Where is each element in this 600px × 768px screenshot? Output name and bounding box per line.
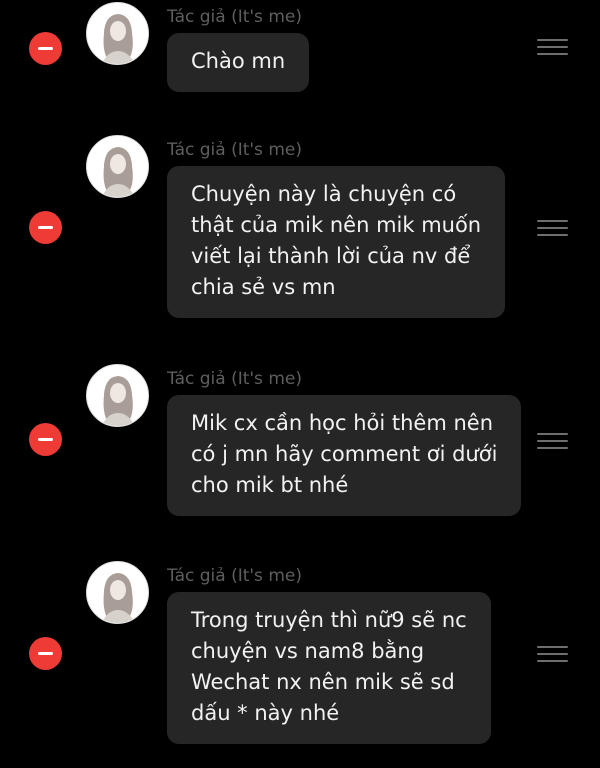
message-bubble[interactable]: Mik cx cần học hỏi thêm nên có j mn hãy … [167, 395, 522, 516]
author-name: Tác giả (It's me) [167, 566, 302, 586]
message-text-line: thật của mik nên mik muốn [191, 213, 482, 237]
message-text-line: có j mn hãy comment ơi dưới [191, 442, 498, 466]
drag-handle-icon[interactable] [537, 39, 568, 55]
author-name: Tác giả (It's me) [167, 7, 302, 27]
minus-icon [38, 437, 53, 442]
message-text-line: Chuyện này là chuyện có [191, 182, 457, 206]
message-bubble[interactable]: Chuyện này là chuyện có thật của mik nên… [167, 166, 506, 318]
remove-message-button[interactable] [29, 637, 62, 670]
remove-message-button[interactable] [29, 423, 62, 456]
drag-handle-icon[interactable] [537, 220, 568, 236]
message-text-line: Chào mn [191, 49, 286, 73]
message-text-line: Mik cx cần học hỏi thêm nên [191, 411, 494, 435]
remove-message-button[interactable] [29, 211, 62, 244]
message-text-line: viết lại thành lời của nv để [191, 244, 471, 268]
author-avatar[interactable] [86, 135, 149, 198]
drag-handle-icon[interactable] [537, 433, 568, 449]
minus-icon [38, 225, 53, 230]
message-bubble[interactable]: Trong truyện thì nữ9 sẽ nc chuyện vs nam… [167, 592, 491, 744]
author-name: Tác giả (It's me) [167, 369, 302, 389]
author-avatar[interactable] [86, 2, 149, 65]
drag-handle-icon[interactable] [537, 646, 568, 662]
message-text-line: chia sẻ vs mn [191, 275, 336, 299]
minus-icon [38, 46, 53, 51]
message-text-line: cho mik bt nhé [191, 473, 349, 497]
message-text-line: Wechat nx nên mik sẽ sd [191, 670, 455, 694]
minus-icon [38, 651, 53, 656]
author-name: Tác giả (It's me) [167, 140, 302, 160]
message-text-line: chuyện vs nam8 bằng [191, 639, 425, 663]
message-text-line: Trong truyện thì nữ9 sẽ nc [191, 608, 467, 632]
author-avatar[interactable] [86, 364, 149, 427]
message-text-line: dấu * này nhé [191, 701, 340, 725]
author-avatar[interactable] [86, 561, 149, 624]
remove-message-button[interactable] [29, 32, 62, 65]
message-bubble[interactable]: Chào mn [167, 33, 310, 92]
